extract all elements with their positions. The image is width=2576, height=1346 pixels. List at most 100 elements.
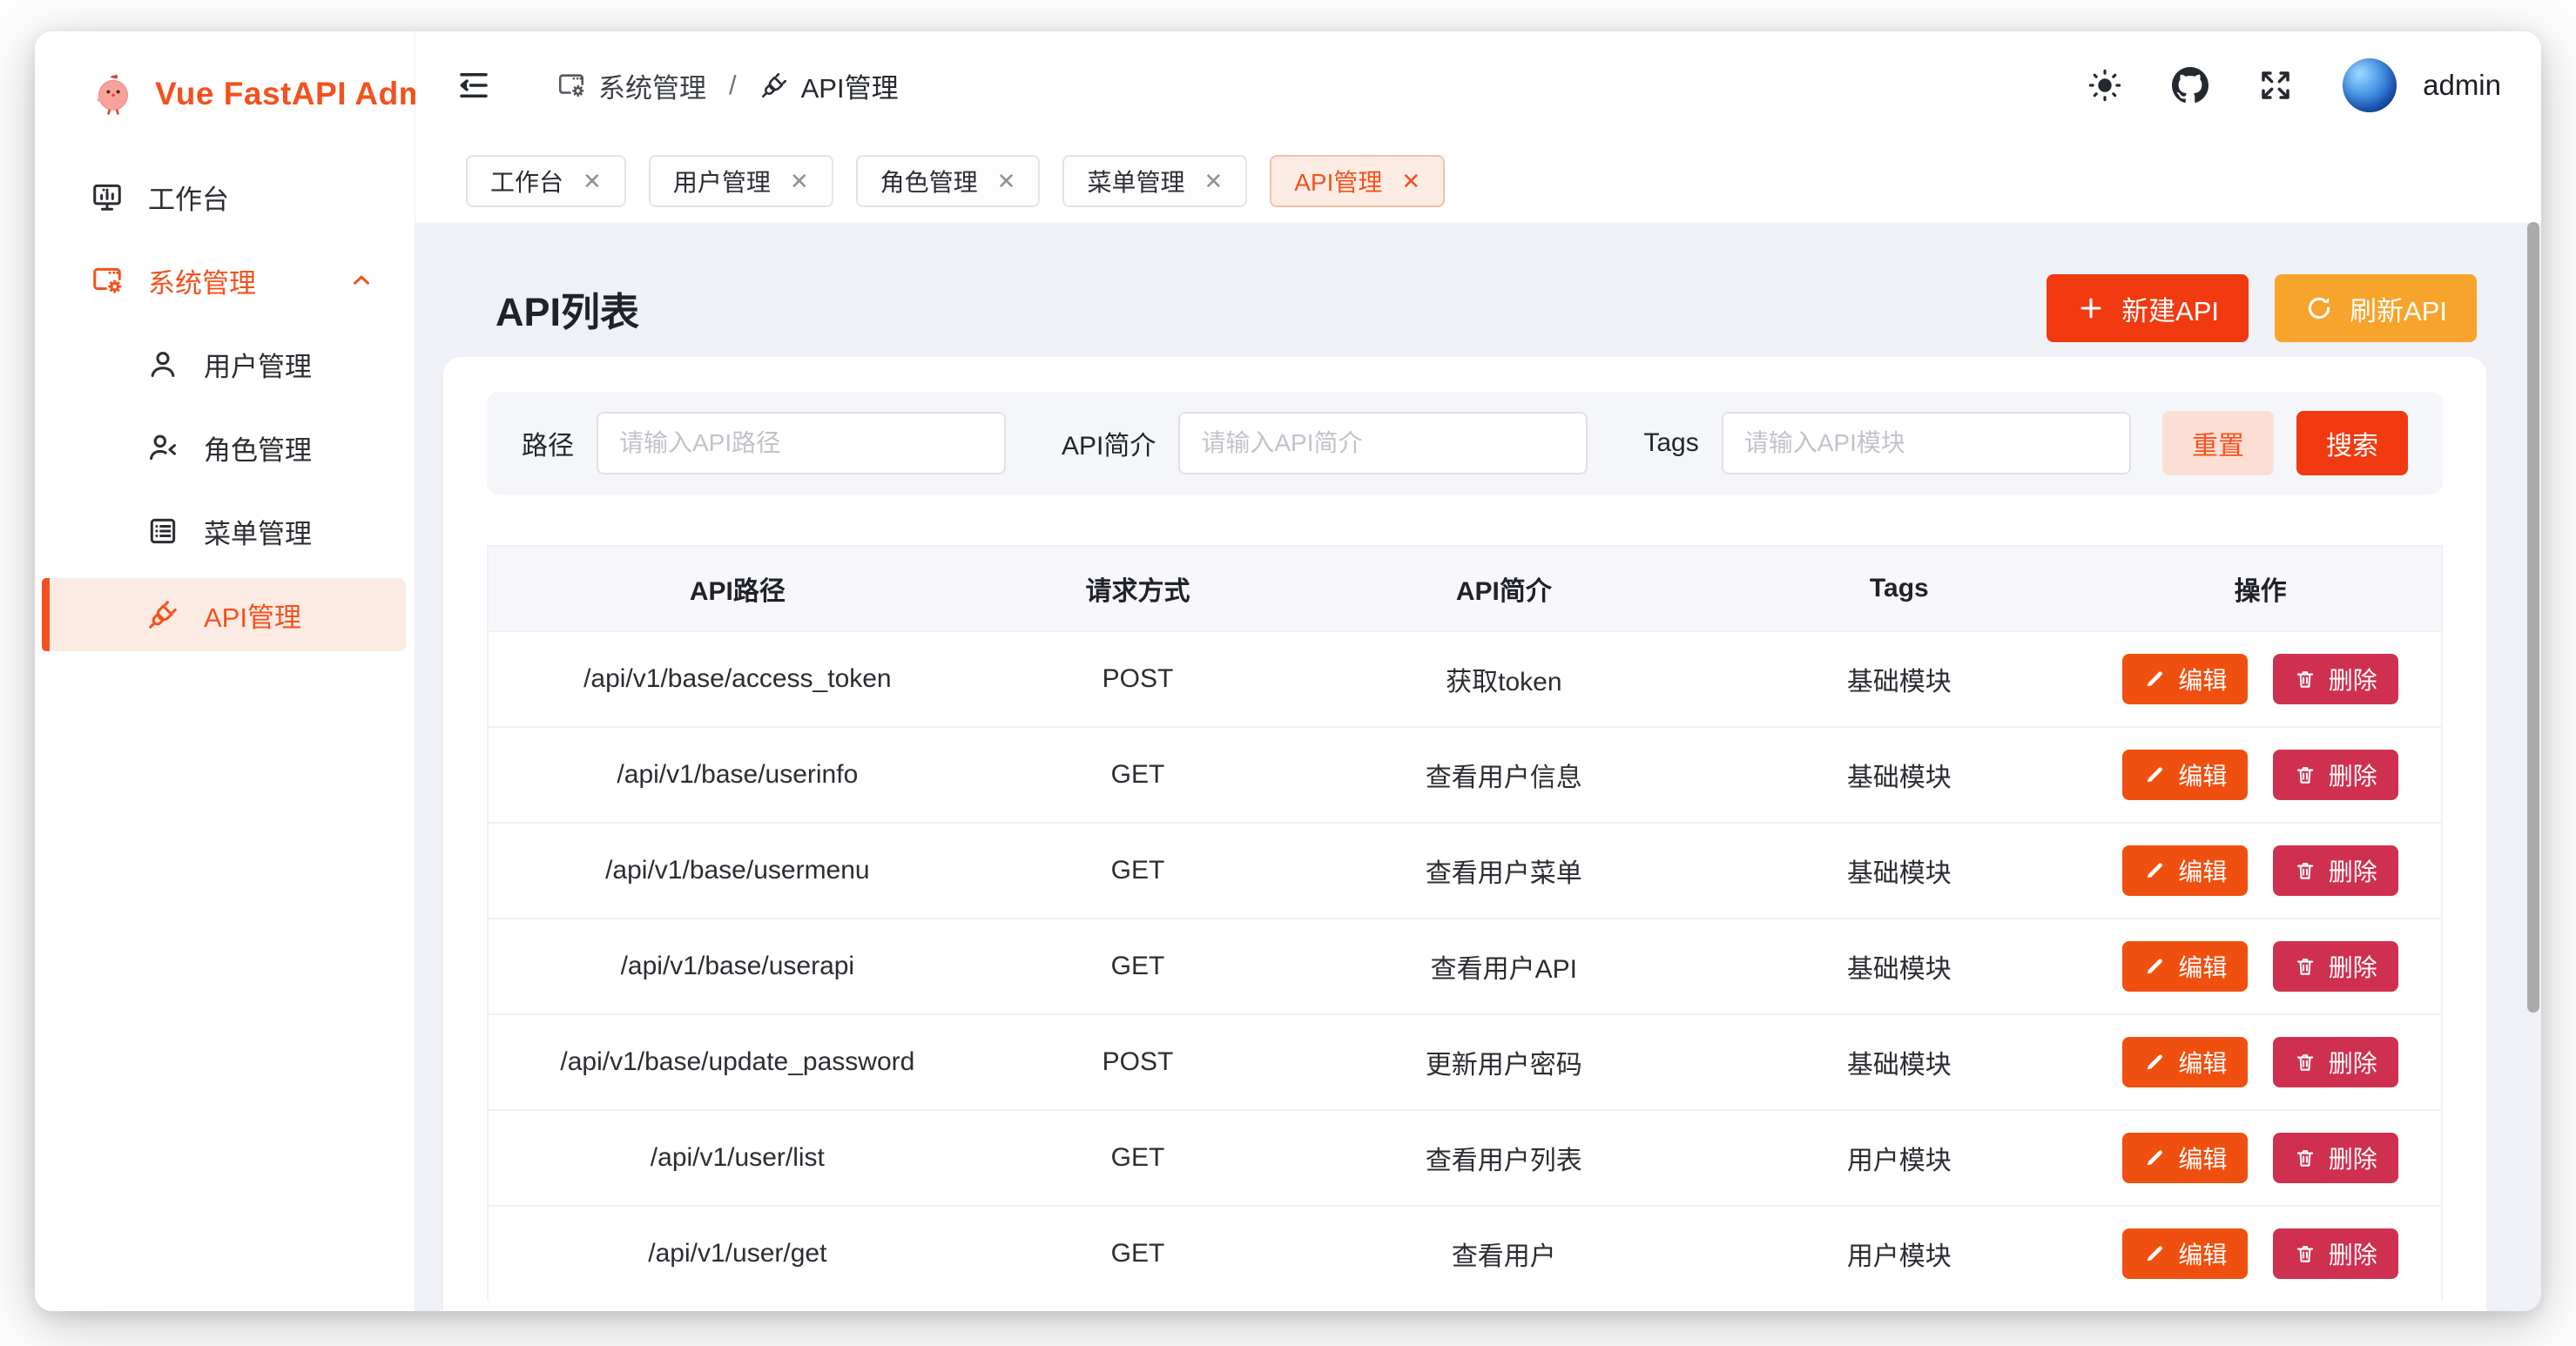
tab[interactable]: 工作台 ✕ <box>466 155 626 207</box>
system-icon <box>91 264 124 297</box>
delete-button[interactable]: 删除 <box>2273 1037 2398 1087</box>
pencil-icon <box>2143 1242 2166 1265</box>
tab[interactable]: 角色管理 ✕ <box>856 155 1041 207</box>
github-icon[interactable] <box>2172 67 2208 104</box>
edit-button[interactable]: 编辑 <box>2122 750 2248 800</box>
sidebar-item-label: 工作台 <box>148 178 229 217</box>
edit-button[interactable]: 编辑 <box>2122 941 2248 992</box>
path-input[interactable] <box>597 412 1006 474</box>
tab-label: 菜单管理 <box>1087 164 1184 199</box>
table-row: /api/v1/base/update_password POST 更新用户密码… <box>489 1013 2441 1109</box>
trash-icon <box>2294 1147 2316 1169</box>
api-icon <box>146 598 179 631</box>
close-icon[interactable]: ✕ <box>1401 170 1420 192</box>
delete-button[interactable]: 删除 <box>2273 750 2398 800</box>
sidebar-item[interactable]: 工作台 <box>42 160 406 233</box>
delete-button[interactable]: 删除 <box>2273 845 2398 896</box>
edit-label: 编辑 <box>2178 757 2227 792</box>
close-icon[interactable]: ✕ <box>1204 170 1223 192</box>
tab-bar: 工作台 ✕ 用户管理 ✕ 角色管理 ✕ 菜单管理 ✕ <box>415 139 2541 223</box>
delete-button[interactable]: 删除 <box>2273 1228 2398 1279</box>
search-button[interactable]: 搜索 <box>2296 411 2408 475</box>
user-icon <box>146 347 179 380</box>
reset-button[interactable]: 重置 <box>2162 411 2274 475</box>
cell-method: GET <box>987 856 1290 885</box>
theme-sun-icon[interactable] <box>2087 67 2123 104</box>
edit-button[interactable]: 编辑 <box>2122 654 2248 704</box>
cell-method: GET <box>987 1143 1290 1173</box>
cell-api-path: /api/v1/base/userapi <box>489 952 987 981</box>
cell-method: GET <box>987 1239 1290 1269</box>
tab-label: API管理 <box>1294 164 1382 199</box>
refresh-api-button[interactable]: 刷新API <box>2275 274 2477 342</box>
delete-button[interactable]: 删除 <box>2273 654 2398 704</box>
filter-buttons: 重置 搜索 <box>2162 411 2408 475</box>
delete-button[interactable]: 删除 <box>2273 1133 2398 1183</box>
cell-actions: 编辑 删除 <box>2080 845 2441 896</box>
table-row: /api/v1/base/access_token POST 获取token 基… <box>489 630 2441 726</box>
breadcrumb-system[interactable]: 系统管理 <box>556 66 706 105</box>
main-area: 系统管理 / API管理 <box>415 31 2541 1311</box>
close-icon[interactable]: ✕ <box>583 170 602 192</box>
sidebar-item[interactable]: API管理 <box>42 578 406 651</box>
cell-api-path: /api/v1/user/get <box>489 1239 987 1269</box>
collapse-sidebar-icon[interactable] <box>455 67 492 104</box>
sidebar-item[interactable]: 菜单管理 <box>42 495 406 568</box>
edit-label: 编辑 <box>2178 853 2227 888</box>
sidebar-item[interactable]: 系统管理 <box>42 244 406 317</box>
close-icon[interactable]: ✕ <box>790 170 809 192</box>
trash-icon <box>2294 955 2316 978</box>
sidebar-item[interactable]: 用户管理 <box>42 327 406 400</box>
delete-button[interactable]: 删除 <box>2273 941 2398 992</box>
edit-button[interactable]: 编辑 <box>2122 1133 2248 1183</box>
breadcrumb-api[interactable]: API管理 <box>759 66 899 105</box>
edit-button[interactable]: 编辑 <box>2122 1037 2248 1087</box>
sidebar-item-label: 菜单管理 <box>204 512 312 551</box>
trash-icon <box>2294 1242 2316 1265</box>
sidebar-item-label: API管理 <box>204 596 301 635</box>
cell-api-path: /api/v1/base/userinfo <box>489 760 987 790</box>
trash-icon <box>2294 668 2316 690</box>
column-header-method: 请求方式 <box>987 569 1290 608</box>
cell-summary: 查看用户列表 <box>1289 1139 1718 1177</box>
breadcrumb-label: 系统管理 <box>598 66 706 105</box>
close-icon[interactable]: ✕ <box>997 170 1016 192</box>
cell-tag: 用户模块 <box>1718 1139 2080 1177</box>
tab[interactable]: 用户管理 ✕ <box>649 155 833 207</box>
table-row: /api/v1/user/get GET 查看用户 用户模块 编辑 <box>489 1205 2441 1301</box>
chevron-up-icon[interactable] <box>348 267 374 293</box>
pencil-icon <box>2143 859 2166 882</box>
delete-label: 删除 <box>2329 757 2377 792</box>
sidebar-item[interactable]: 角色管理 <box>42 411 406 484</box>
app-logo[interactable]: Vue FastAPI Admin <box>35 31 415 117</box>
filter-bar: 路径 API简介 Tags 重置 搜索 <box>487 392 2443 495</box>
username[interactable]: admin <box>2423 69 2501 102</box>
sidebar-menu: 工作台 系统管理 <box>35 160 415 651</box>
sidebar-item-label: 系统管理 <box>148 261 256 300</box>
tags-input[interactable] <box>1722 412 2131 474</box>
vertical-scrollbar[interactable] <box>2527 222 2539 1013</box>
delete-label: 删除 <box>2329 1141 2377 1175</box>
tab[interactable]: API管理 ✕ <box>1270 155 1445 207</box>
cell-method: POST <box>987 664 1290 694</box>
page-actions: 新建API 刷新API <box>2047 274 2477 342</box>
system-settings-icon <box>556 71 586 100</box>
cell-tag: 基础模块 <box>1718 1043 2080 1081</box>
tab[interactable]: 菜单管理 ✕ <box>1062 155 1247 207</box>
pencil-icon <box>2143 1147 2166 1169</box>
table-row: /api/v1/base/usermenu GET 查看用户菜单 基础模块 编辑 <box>489 822 2441 918</box>
edit-button[interactable]: 编辑 <box>2122 1228 2248 1279</box>
tab-label: 用户管理 <box>673 164 771 199</box>
refresh-icon <box>2304 293 2334 323</box>
column-header-tags: Tags <box>1718 574 2080 603</box>
plus-icon <box>2076 293 2106 323</box>
delete-label: 删除 <box>2329 1236 2377 1271</box>
edit-button[interactable]: 编辑 <box>2122 845 2248 896</box>
table-row: /api/v1/user/list GET 查看用户列表 用户模块 编辑 <box>489 1109 2441 1205</box>
trash-icon <box>2294 764 2316 786</box>
summary-input[interactable] <box>1178 412 1588 474</box>
cell-actions: 编辑 删除 <box>2080 941 2441 992</box>
user-avatar[interactable] <box>2343 58 2397 112</box>
new-api-button[interactable]: 新建API <box>2047 274 2249 342</box>
fullscreen-icon[interactable] <box>2257 67 2294 104</box>
